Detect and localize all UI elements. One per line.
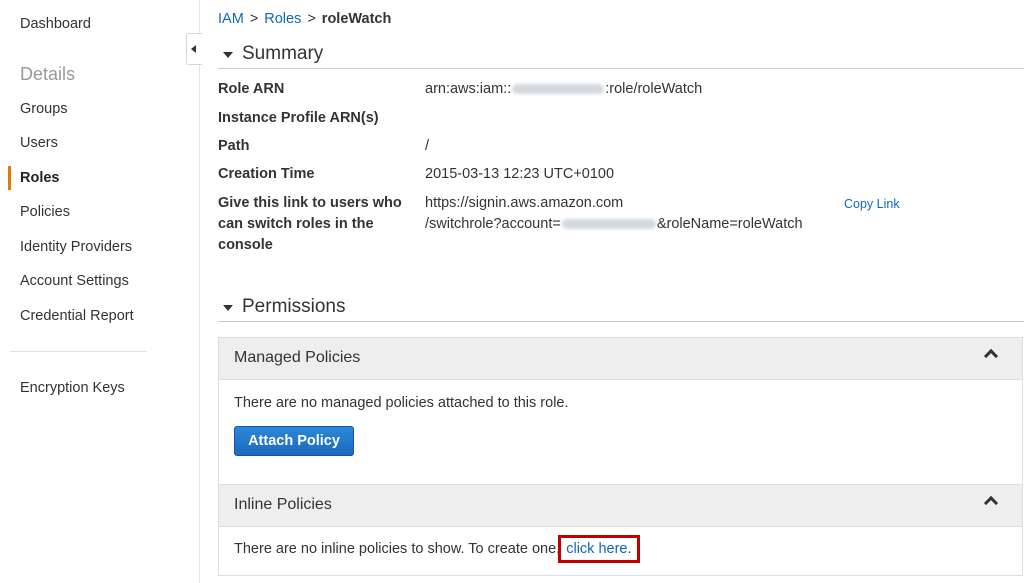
creation-time-value: 2015-03-13 12:23 UTC+0100: [425, 166, 615, 182]
redacted-account-id: [561, 219, 656, 230]
inline-policies-message-text: There are no inline policies to show. To…: [234, 541, 561, 557]
sidebar-item-groups[interactable]: Groups: [20, 101, 68, 117]
managed-policies-empty-message: There are no managed policies attached t…: [234, 395, 569, 411]
sidebar-item-identity-providers[interactable]: Identity Providers: [20, 239, 132, 255]
sidebar-item-users[interactable]: Users: [20, 135, 58, 151]
breadcrumb-current: roleWatch: [321, 11, 392, 27]
sidebar: Dashboard Details Groups Users Roles Pol…: [0, 0, 200, 583]
sidebar-collapse-button[interactable]: [186, 33, 202, 65]
switch-role-link-prefix: /switchrole?account=: [425, 216, 561, 232]
inline-policies-title: Inline Policies: [234, 496, 332, 513]
sidebar-item-account-settings[interactable]: Account Settings: [20, 273, 129, 289]
path-value: /: [425, 138, 430, 154]
breadcrumb-iam-link[interactable]: IAM: [218, 11, 244, 27]
role-arn-label: Role ARN: [218, 81, 285, 97]
copy-link[interactable]: Copy Link: [844, 197, 900, 211]
switch-role-link-line2: /switchrole?account= &roleName=roleWatch: [425, 214, 803, 235]
managed-policies-panel: Managed Policies There are no managed po…: [218, 337, 1023, 485]
managed-policies-header[interactable]: Managed Policies: [219, 338, 1022, 380]
path-label: Path: [218, 138, 250, 154]
role-arn-prefix: arn:aws:iam::: [425, 81, 512, 97]
managed-policies-body: There are no managed policies attached t…: [219, 380, 1022, 484]
sidebar-item-credential-report[interactable]: Credential Report: [20, 308, 134, 324]
switch-role-link-label: Give this link to users who can switch r…: [218, 195, 402, 253]
switch-role-link-line1: https://signin.aws.amazon.com: [425, 195, 624, 211]
sidebar-item-roles[interactable]: Roles: [20, 170, 60, 186]
managed-policies-title: Managed Policies: [234, 349, 361, 366]
caret-down-icon: [223, 52, 233, 58]
permissions-title: Permissions: [242, 296, 346, 317]
active-item-marker: [8, 166, 11, 190]
create-inline-policy-link[interactable]: click here.: [558, 535, 640, 563]
instance-profile-label: Instance Profile ARN(s): [218, 110, 379, 126]
inline-policies-header[interactable]: Inline Policies: [219, 485, 1022, 527]
create-inline-policy-link-text[interactable]: click here: [566, 541, 627, 557]
sidebar-item-policies[interactable]: Policies: [20, 204, 70, 220]
breadcrumb-separator: >: [307, 11, 316, 27]
breadcrumb-roles-link[interactable]: Roles: [264, 11, 301, 27]
inline-policies-empty-message: There are no inline policies to show. To…: [234, 535, 640, 563]
creation-time-label: Creation Time: [218, 166, 315, 182]
caret-down-icon: [223, 305, 233, 311]
switch-role-link-suffix: &roleName=roleWatch: [656, 216, 803, 232]
sidebar-divider: [10, 351, 147, 352]
inline-policies-panel: Inline Policies There are no inline poli…: [218, 484, 1023, 576]
breadcrumb-separator: >: [249, 11, 259, 27]
link-period: .: [627, 541, 632, 557]
redacted-account-id: [512, 84, 605, 95]
sidebar-item-encryption-keys[interactable]: Encryption Keys: [20, 380, 125, 396]
inline-policies-body: There are no inline policies to show. To…: [219, 527, 1022, 575]
chevron-up-icon[interactable]: [983, 348, 999, 364]
attach-policy-button[interactable]: Attach Policy: [234, 426, 354, 456]
role-arn-value: arn:aws:iam:::role/roleWatch: [425, 79, 702, 100]
chevron-up-icon[interactable]: [983, 495, 999, 511]
sidebar-section-details: Details: [20, 64, 76, 84]
summary-section-header[interactable]: Summary: [218, 43, 1024, 69]
collapse-left-icon: [191, 45, 196, 53]
permissions-section-header[interactable]: Permissions: [218, 296, 1024, 322]
breadcrumb: IAM > Roles > roleWatch: [218, 11, 391, 27]
sidebar-item-dashboard[interactable]: Dashboard: [20, 16, 91, 32]
summary-title: Summary: [242, 43, 324, 64]
role-arn-suffix: :role/roleWatch: [605, 81, 703, 97]
